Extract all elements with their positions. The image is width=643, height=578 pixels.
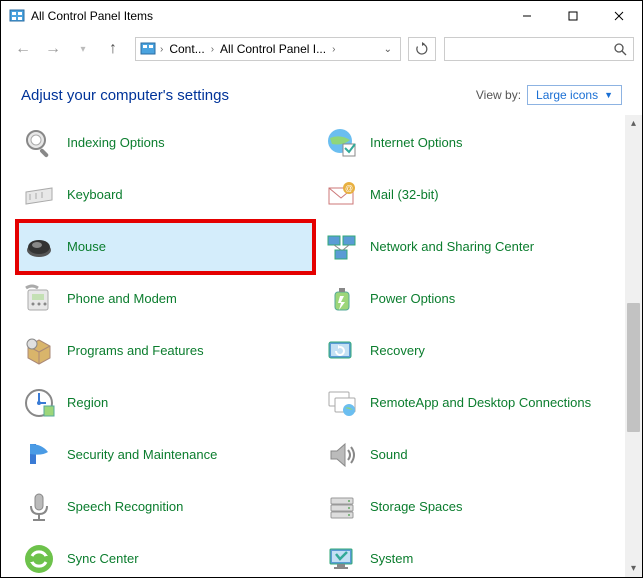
- region-icon: [21, 385, 57, 421]
- breadcrumb-2[interactable]: All Control Panel I...: [218, 42, 328, 56]
- item-programs-features[interactable]: Programs and Features: [17, 325, 314, 377]
- mouse-icon: [21, 229, 57, 265]
- item-label: Mouse: [67, 239, 106, 255]
- up-button[interactable]: ↑: [99, 35, 127, 63]
- app-icon: [9, 8, 25, 24]
- item-label: Speech Recognition: [67, 499, 183, 515]
- scroll-track[interactable]: [625, 132, 642, 560]
- svg-text:@: @: [345, 184, 353, 193]
- minimize-button[interactable]: [504, 1, 550, 31]
- viewby-label: View by:: [476, 88, 521, 102]
- item-mail[interactable]: @ Mail (32-bit): [320, 169, 617, 221]
- header-row: Adjust your computer's settings View by:…: [1, 67, 642, 115]
- mail-icon: @: [324, 177, 360, 213]
- item-label: Programs and Features: [67, 343, 204, 359]
- maximize-button[interactable]: [550, 1, 596, 31]
- search-icon: [613, 42, 627, 56]
- item-label: System: [370, 551, 413, 567]
- item-security-maintenance[interactable]: Security and Maintenance: [17, 429, 314, 481]
- refresh-button[interactable]: [408, 37, 436, 61]
- item-recovery[interactable]: Recovery: [320, 325, 617, 377]
- item-power-options[interactable]: Power Options: [320, 273, 617, 325]
- page-title: Adjust your computer's settings: [21, 87, 476, 104]
- remoteapp-icon: [324, 385, 360, 421]
- close-button[interactable]: [596, 1, 642, 31]
- indexing-icon: [21, 125, 57, 161]
- breadcrumb-1[interactable]: Cont...: [167, 42, 206, 56]
- item-phone-modem[interactable]: Phone and Modem: [17, 273, 314, 325]
- item-sound[interactable]: Sound: [320, 429, 617, 481]
- viewby-value: Large icons: [536, 88, 598, 102]
- window-title: All Control Panel Items: [31, 9, 504, 23]
- item-mouse[interactable]: Mouse: [17, 221, 314, 273]
- address-bar[interactable]: › Cont... › All Control Panel I... › ⌄: [135, 37, 401, 61]
- item-label: Network and Sharing Center: [370, 239, 534, 255]
- vertical-scrollbar[interactable]: ▴ ▾: [625, 115, 642, 577]
- storage-icon: [324, 489, 360, 525]
- item-system[interactable]: System: [320, 533, 617, 577]
- programs-icon: [21, 333, 57, 369]
- item-region[interactable]: Region: [17, 377, 314, 429]
- speech-icon: [21, 489, 57, 525]
- chevron-down-icon: ▼: [604, 90, 613, 100]
- item-label: Storage Spaces: [370, 499, 463, 515]
- back-button[interactable]: ←: [9, 35, 37, 63]
- chevron-right-icon[interactable]: ›: [158, 44, 165, 55]
- control-panel-window: All Control Panel Items ← → ▾ ↑ › Cont..…: [0, 0, 643, 578]
- keyboard-icon: [21, 177, 57, 213]
- network-icon: [324, 229, 360, 265]
- item-label: Power Options: [370, 291, 455, 307]
- item-label: Mail (32-bit): [370, 187, 439, 203]
- sound-icon: [324, 437, 360, 473]
- item-label: Keyboard: [67, 187, 123, 203]
- item-label: Internet Options: [370, 135, 463, 151]
- item-internet-options[interactable]: Internet Options: [320, 117, 617, 169]
- item-label: Security and Maintenance: [67, 447, 217, 463]
- item-label: Sound: [370, 447, 408, 463]
- item-remoteapp[interactable]: RemoteApp and Desktop Connections: [320, 377, 617, 429]
- chevron-right-icon[interactable]: ›: [330, 44, 337, 55]
- content-area: Indexing Options Internet Options Keyboa…: [1, 115, 642, 577]
- item-label: RemoteApp and Desktop Connections: [370, 395, 591, 411]
- navbar: ← → ▾ ↑ › Cont... › All Control Panel I.…: [1, 31, 642, 67]
- item-indexing-options[interactable]: Indexing Options: [17, 117, 314, 169]
- item-label: Recovery: [370, 343, 425, 359]
- power-icon: [324, 281, 360, 317]
- search-box[interactable]: [444, 37, 634, 61]
- control-panel-icon: [140, 41, 156, 57]
- item-label: Region: [67, 395, 108, 411]
- recovery-icon: [324, 333, 360, 369]
- item-label: Indexing Options: [67, 135, 165, 151]
- items-grid: Indexing Options Internet Options Keyboa…: [1, 115, 625, 577]
- chevron-right-icon[interactable]: ›: [209, 44, 216, 55]
- viewby-select[interactable]: Large icons ▼: [527, 85, 622, 105]
- item-sync-center[interactable]: Sync Center: [17, 533, 314, 577]
- recent-dropdown[interactable]: ▾: [69, 35, 97, 63]
- item-label: Phone and Modem: [67, 291, 177, 307]
- phone-icon: [21, 281, 57, 317]
- address-dropdown-icon[interactable]: ⌄: [380, 44, 396, 55]
- security-icon: [21, 437, 57, 473]
- forward-button[interactable]: →: [39, 35, 67, 63]
- system-icon: [324, 541, 360, 577]
- internet-icon: [324, 125, 360, 161]
- sync-icon: [21, 541, 57, 577]
- scroll-down-button[interactable]: ▾: [625, 560, 642, 577]
- item-speech-recognition[interactable]: Speech Recognition: [17, 481, 314, 533]
- scroll-thumb[interactable]: [627, 303, 640, 431]
- item-label: Sync Center: [67, 551, 139, 567]
- item-keyboard[interactable]: Keyboard: [17, 169, 314, 221]
- item-network-sharing[interactable]: Network and Sharing Center: [320, 221, 617, 273]
- window-controls: [504, 1, 642, 31]
- scroll-up-button[interactable]: ▴: [625, 115, 642, 132]
- titlebar: All Control Panel Items: [1, 1, 642, 31]
- item-storage-spaces[interactable]: Storage Spaces: [320, 481, 617, 533]
